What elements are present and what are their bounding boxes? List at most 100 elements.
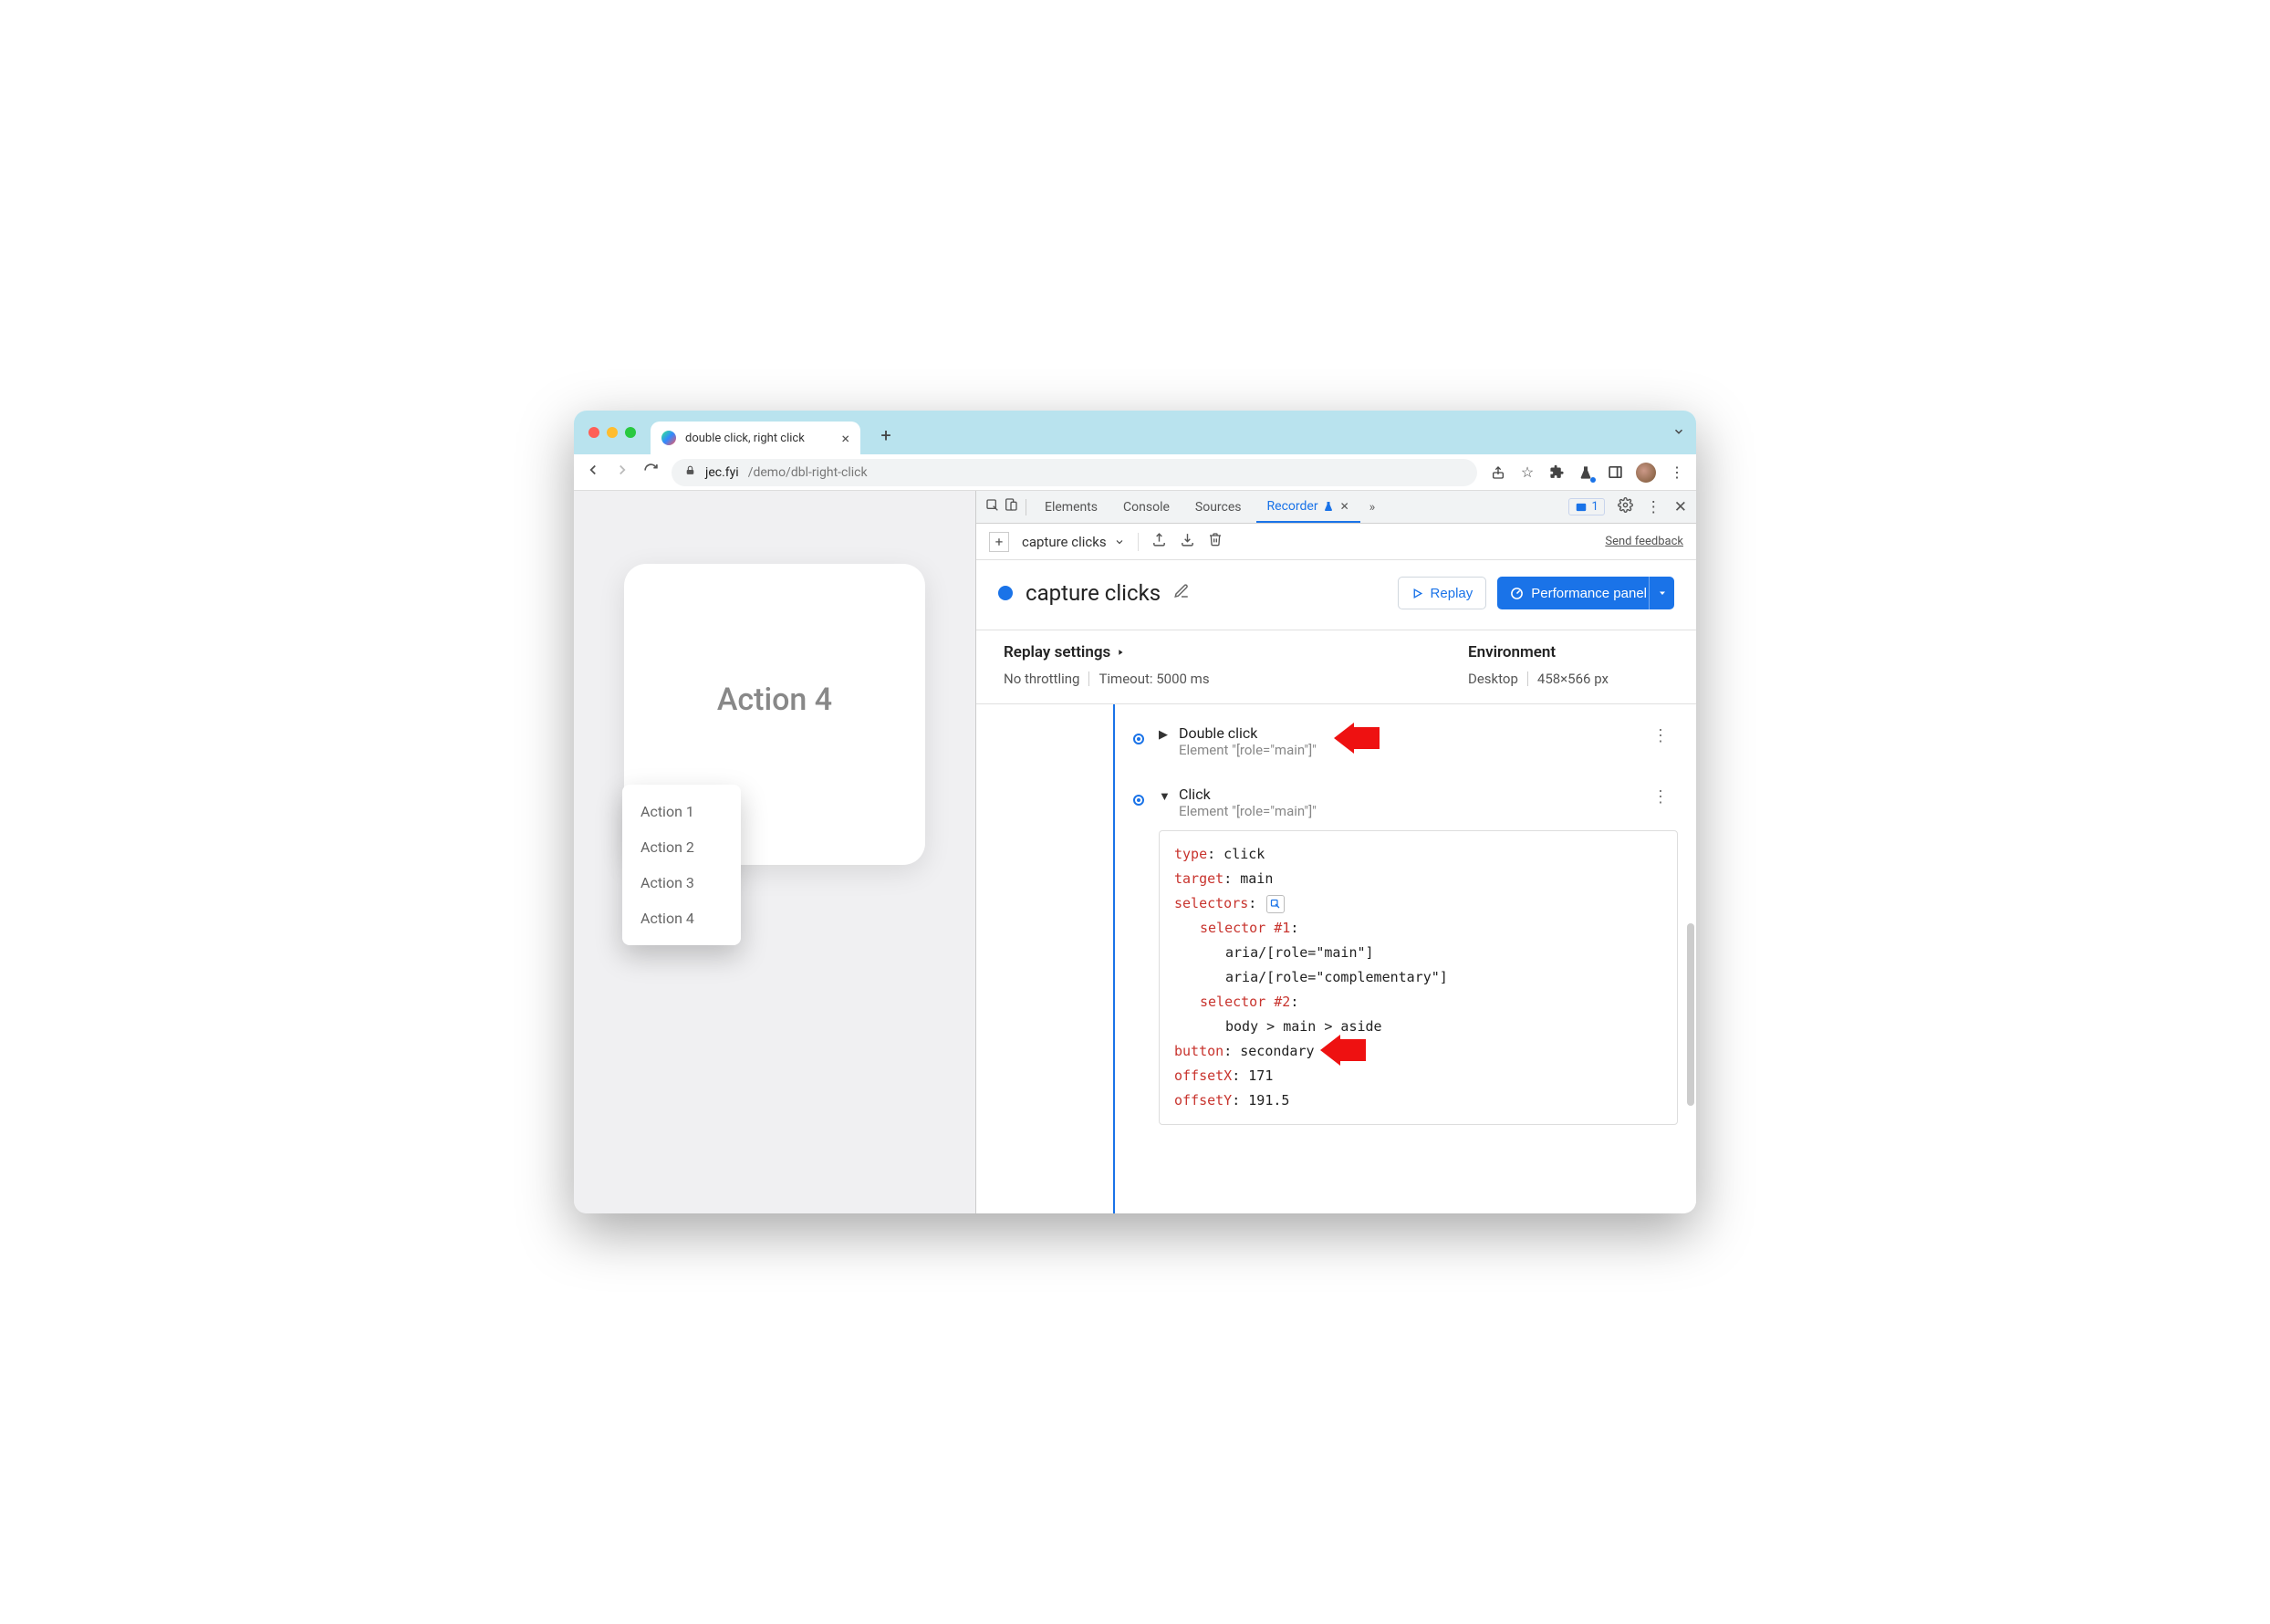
pick-element-icon[interactable] [1266, 895, 1285, 913]
step-subtitle: Element "[role="main"]" [1179, 742, 1317, 758]
step-menu-icon[interactable]: ⋮ [1652, 787, 1669, 807]
throttling-value: No throttling [1004, 671, 1079, 687]
issues-count: 1 [1591, 500, 1598, 514]
window-minimize-button[interactable] [607, 427, 618, 438]
reload-button[interactable] [643, 463, 659, 483]
expand-step-icon[interactable]: ▶ [1159, 728, 1170, 742]
overflow-tabs-icon[interactable]: » [1369, 500, 1376, 515]
context-menu-item[interactable]: Action 3 [622, 865, 741, 900]
prop-val: : click [1207, 846, 1265, 862]
recorder-toolbar-actions [1151, 532, 1223, 551]
settings-gear-icon[interactable] [1618, 497, 1633, 517]
step-details: type: click target: main selectors: sele… [1159, 830, 1678, 1125]
url-domain: jec.fyi [705, 465, 739, 480]
prop-key: selector #1 [1200, 920, 1290, 936]
recorder-settings: Replay settings No throttling Timeout: 5… [976, 630, 1696, 704]
profile-avatar[interactable] [1636, 463, 1656, 483]
tab-console[interactable]: Console [1112, 491, 1181, 523]
tabs-overflow-icon[interactable] [1672, 424, 1685, 442]
close-devtools-icon[interactable]: ✕ [1674, 498, 1687, 516]
panel-icon[interactable] [1607, 464, 1623, 481]
demo-card[interactable]: Action 4 Action 1 Action 2 Action 3 Acti… [624, 564, 925, 865]
title-bar: double click, right click × + [574, 411, 1696, 454]
step-subtitle: Element "[role="main"]" [1179, 803, 1317, 819]
gauge-icon [1510, 587, 1524, 600]
browser-tab[interactable]: double click, right click × [651, 422, 860, 454]
context-menu-item[interactable]: Action 1 [622, 794, 741, 829]
tab-recorder[interactable]: Recorder ✕ [1256, 491, 1360, 523]
back-button[interactable] [585, 462, 601, 483]
annotation-arrow-icon [1320, 1035, 1366, 1066]
collapse-step-icon[interactable]: ▼ [1159, 789, 1170, 804]
prop-val: : secondary [1224, 1043, 1314, 1059]
performance-panel-button[interactable]: Performance panel [1497, 577, 1660, 609]
navigation-bar: jec.fyi/demo/dbl-right-click ☆ ⋮ [574, 454, 1696, 491]
url-path: /demo/dbl-right-click [748, 465, 868, 480]
prop-val: : 191.5 [1232, 1092, 1289, 1109]
favicon-icon [661, 431, 676, 445]
close-tab-icon[interactable]: × [841, 430, 849, 447]
recorder-steps: ▶ Double click Element "[role="main"]" ⋮ [976, 704, 1696, 1213]
close-tab-recorder-icon[interactable]: ✕ [1340, 500, 1349, 513]
inspect-icon[interactable] [985, 498, 1000, 516]
export-icon[interactable] [1151, 532, 1167, 551]
viewport-value: 458×566 px [1537, 671, 1609, 687]
performance-panel-dropdown[interactable] [1649, 577, 1674, 609]
context-menu-item[interactable]: Action 4 [622, 900, 741, 936]
recording-status-dot [998, 586, 1013, 600]
tab-title: double click, right click [685, 432, 805, 445]
step-menu-icon[interactable]: ⋮ [1652, 726, 1669, 745]
play-icon [1411, 588, 1423, 599]
timeline-line [1113, 704, 1115, 1213]
step-dot [1133, 734, 1144, 744]
chrome-menu-icon[interactable]: ⋮ [1669, 464, 1685, 481]
nav-actions: ☆ ⋮ [1490, 463, 1685, 483]
tab-elements[interactable]: Elements [1034, 491, 1109, 523]
selector-value: aria/[role="complementary"] [1174, 965, 1662, 990]
device-value: Desktop [1468, 671, 1518, 687]
replay-settings-col: Replay settings No throttling Timeout: 5… [1004, 643, 1468, 687]
tab-recorder-label: Recorder [1267, 499, 1318, 514]
card-title: Action 4 [717, 682, 832, 718]
forward-button[interactable] [614, 462, 630, 483]
context-menu-item[interactable]: Action 2 [622, 829, 741, 865]
address-bar[interactable]: jec.fyi/demo/dbl-right-click [672, 459, 1477, 486]
new-tab-button[interactable]: + [875, 424, 897, 446]
context-menu: Action 1 Action 2 Action 3 Action 4 [622, 785, 741, 945]
window-zoom-button[interactable] [625, 427, 636, 438]
bookmark-star-icon[interactable]: ☆ [1519, 464, 1536, 481]
chevron-down-icon [1657, 588, 1668, 599]
prop-key: target [1174, 870, 1224, 887]
delete-icon[interactable] [1208, 532, 1223, 551]
flask-icon[interactable] [1578, 464, 1594, 481]
prop-key: type [1174, 846, 1207, 862]
devtools-panel: Elements Console Sources Recorder ✕ » 1 [975, 491, 1696, 1213]
share-icon[interactable] [1490, 464, 1506, 481]
window-close-button[interactable] [588, 427, 599, 438]
recording-select-label: capture clicks [1022, 534, 1107, 550]
scrollbar-thumb[interactable] [1687, 923, 1694, 1106]
environment-header: Environment [1468, 643, 1669, 661]
prop-val: : [1290, 920, 1298, 936]
edit-title-icon[interactable] [1173, 583, 1190, 604]
import-icon[interactable] [1180, 532, 1195, 551]
prop-val: : 171 [1232, 1067, 1273, 1084]
prop-key: offsetY [1174, 1092, 1232, 1109]
step-double-click: ▶ Double click Element "[role="main"]" ⋮ [1124, 715, 1678, 776]
selector-value: body > main > aside [1174, 1015, 1662, 1039]
lock-icon [684, 464, 696, 480]
replay-button-label: Replay [1431, 586, 1473, 601]
replay-button[interactable]: Replay [1398, 577, 1487, 609]
replay-settings-header[interactable]: Replay settings [1004, 643, 1468, 661]
extensions-puzzle-icon[interactable] [1548, 464, 1565, 481]
device-toggle-icon[interactable] [1004, 497, 1018, 516]
new-recording-button[interactable]: + [989, 532, 1009, 552]
recording-select[interactable]: capture clicks [1022, 534, 1125, 550]
tab-sources[interactable]: Sources [1184, 491, 1253, 523]
prop-val: : [1290, 994, 1298, 1010]
send-feedback-link[interactable]: Send feedback [1605, 535, 1683, 548]
recorder-header: capture clicks Replay Performance panel [976, 560, 1696, 630]
issues-chip[interactable]: 1 [1568, 498, 1604, 515]
timeout-value: Timeout: 5000 ms [1099, 671, 1209, 687]
devtools-menu-icon[interactable]: ⋮ [1646, 498, 1661, 516]
